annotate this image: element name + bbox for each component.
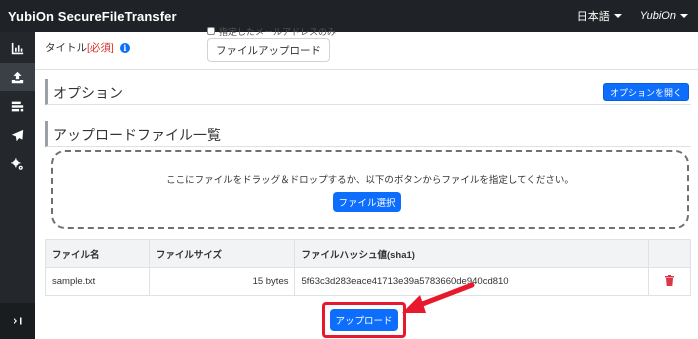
column-header-actions xyxy=(648,239,691,268)
sidebar-item-files[interactable] xyxy=(0,92,35,120)
language-label: 日本語 xyxy=(576,11,610,23)
select-file-button[interactable]: ファイル選択 xyxy=(333,192,401,212)
upload-button[interactable]: アップロード xyxy=(330,309,398,331)
upload-button-highlight: アップロード xyxy=(322,302,406,338)
email-restrict-checkbox[interactable] xyxy=(207,27,215,35)
sidebar xyxy=(0,32,35,339)
sidebar-item-upload[interactable] xyxy=(0,63,35,91)
upload-icon xyxy=(11,71,24,83)
sidebar-item-send[interactable] xyxy=(0,121,35,149)
email-restrict-label: 指定したメールアドレスのみ xyxy=(219,27,337,37)
user-dropdown[interactable]: YubiOn xyxy=(640,10,688,22)
trash-icon xyxy=(665,274,675,286)
upload-list-title: アップロードファイル一覧 xyxy=(53,127,221,143)
chevron-down-icon xyxy=(613,14,622,18)
options-title: オプション xyxy=(53,85,123,101)
chevron-down-icon xyxy=(680,14,688,18)
file-list-icon xyxy=(11,101,24,111)
open-options-button[interactable]: オプションを開く xyxy=(602,83,689,101)
upload-section-header: アップロードファイル一覧 xyxy=(45,121,691,147)
file-dropzone[interactable]: ここにファイルをドラッグ＆ドロップするか、以下のボタンからファイルを指定してくだ… xyxy=(51,150,689,229)
app-title[interactable]: YubiOn SecureFileTransfer xyxy=(8,9,177,24)
settings-icon xyxy=(11,157,23,170)
column-header-hash: ファイルハッシュ値(sha1) xyxy=(294,239,650,268)
title-label-text: タイトル xyxy=(45,42,87,54)
sidebar-item-settings[interactable] xyxy=(0,150,35,178)
file-size-cell: 15 bytes xyxy=(148,267,296,296)
column-header-filesize: ファイルサイズ xyxy=(148,239,296,268)
title-field-label: タイトル [必須] i xyxy=(45,40,130,55)
dropzone-instructions: ここにファイルをドラッグ＆ドロップするか、以下のボタンからファイルを指定してくだ… xyxy=(166,175,574,186)
delete-cell xyxy=(648,267,691,296)
table-header-row: ファイル名 ファイルサイズ ファイルハッシュ値(sha1) xyxy=(45,239,691,268)
file-hash-cell: 5f63c3d283eace41713e39a5783660de940cd810 xyxy=(294,267,650,296)
language-dropdown[interactable]: 日本語 xyxy=(577,8,622,24)
info-icon[interactable]: i xyxy=(119,42,130,53)
column-header-filename: ファイル名 xyxy=(45,239,150,268)
options-section-header: オプション オプションを開く xyxy=(45,79,691,105)
divider xyxy=(35,69,698,70)
sidebar-item-dashboard[interactable] xyxy=(0,34,35,62)
top-navbar: YubiOn SecureFileTransfer 日本語 YubiOn xyxy=(0,0,698,32)
required-mark: [必須] xyxy=(87,42,114,54)
sidebar-collapse-button[interactable] xyxy=(0,303,35,339)
user-name: YubiOn xyxy=(639,10,676,22)
table-row: sample.txt 15 bytes 5f63c3d283eace41713e… xyxy=(45,267,691,296)
collapse-icon xyxy=(13,317,21,325)
title-input[interactable] xyxy=(207,38,330,62)
delete-file-button[interactable] xyxy=(665,274,675,289)
main-content: 指定したメールアドレスのみ タイトル [必須] i オプション オプションを開く… xyxy=(35,27,698,339)
file-table: ファイル名 ファイルサイズ ファイルハッシュ値(sha1) sample.txt… xyxy=(45,239,691,296)
chart-icon xyxy=(11,42,24,54)
file-name-cell: sample.txt xyxy=(45,267,150,296)
send-icon xyxy=(11,129,24,141)
